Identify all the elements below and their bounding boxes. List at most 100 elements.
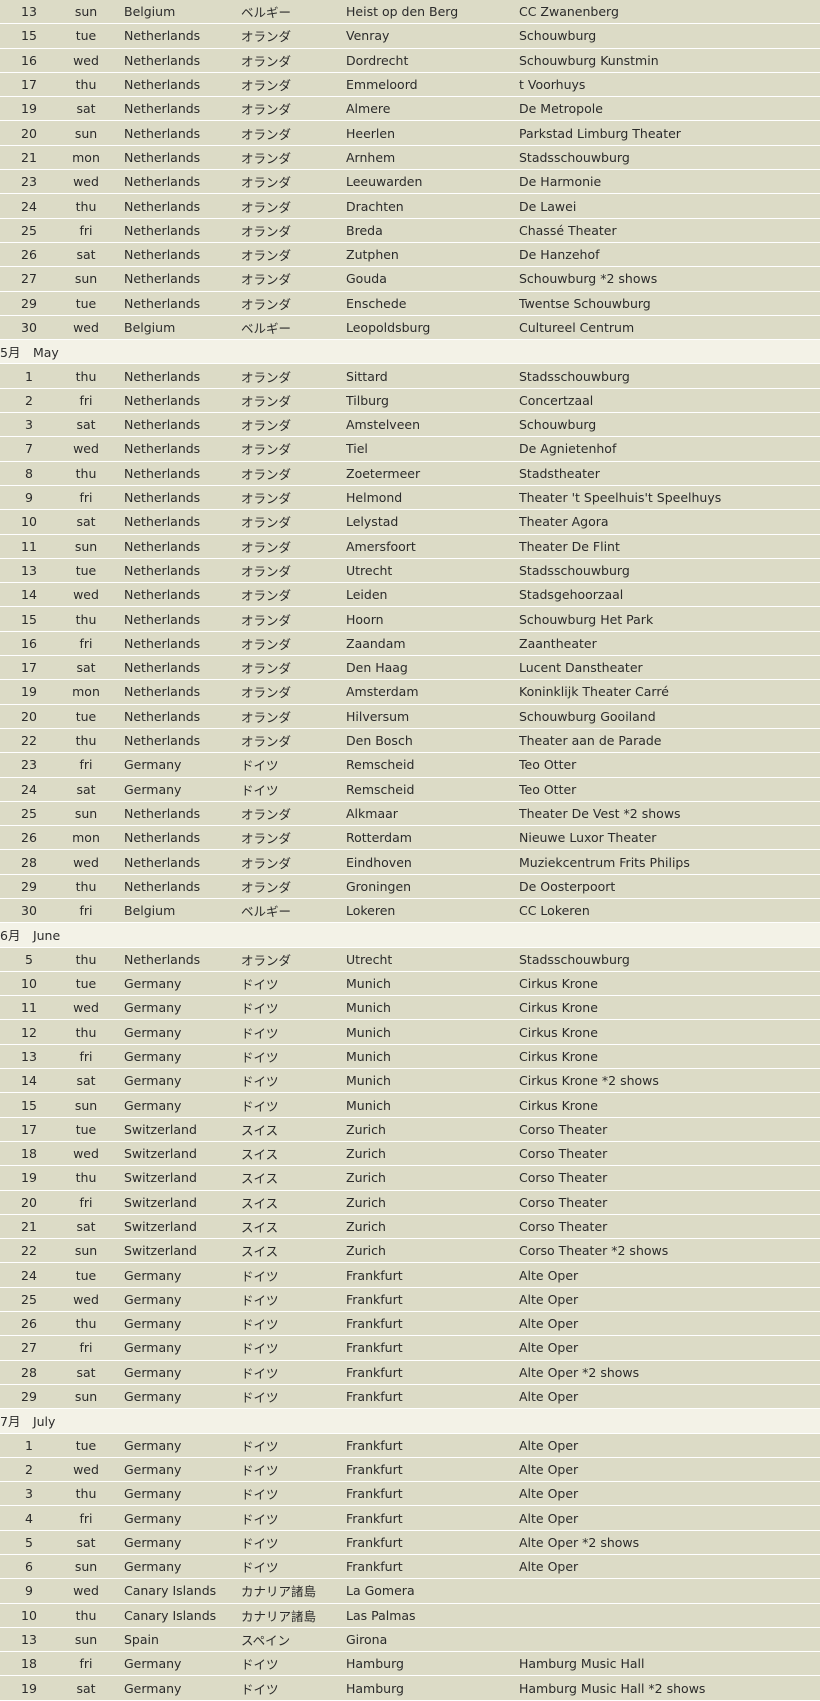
city-cell: Hoorn	[346, 606, 519, 632]
table-row: 17 thu Netherlands オランダ Emmeloord t Voorhuys	[0, 72, 820, 98]
table-row: 24 tue Germany ドイツ Frankfurt Alte Oper	[0, 1262, 820, 1288]
country-jp-cell: ドイツ	[233, 1287, 346, 1313]
city-cell: Las Palmas	[346, 1603, 519, 1628]
weekday-cell: tue	[58, 971, 114, 997]
city-cell: Frankfurt	[346, 1384, 519, 1410]
table-row: 19 thu Switzerland スイス Zurich Corso Theater	[0, 1165, 820, 1191]
weekday-cell: fri	[58, 631, 114, 657]
date-cell: 18	[0, 1141, 58, 1167]
date-cell: 20	[0, 120, 58, 146]
table-row: 19 mon Netherlands オランダ Amsterdam Koninklijk …	[0, 679, 820, 705]
country-cell: Netherlands	[114, 509, 233, 535]
country-jp-cell: ドイツ	[233, 752, 346, 778]
city-cell: Arnhem	[346, 145, 519, 171]
country-cell: Netherlands	[114, 72, 233, 98]
venue-cell: Alte Oper	[519, 1262, 820, 1288]
table-row: 14 sat Germany ドイツ Munich Cirkus Krone *2 sho…	[0, 1068, 820, 1094]
country-cell: Germany	[114, 1044, 233, 1070]
table-row: 10 tue Germany ドイツ Munich Cirkus Krone	[0, 971, 820, 997]
venue-cell: Schouwburg *2 shows	[519, 266, 820, 292]
venue-cell: Alte Oper	[519, 1311, 820, 1337]
date-cell: 23	[0, 169, 58, 195]
country-cell: Canary Islands	[114, 1578, 233, 1604]
table-row: 2 wed Germany ドイツ Frankfurt Alte Oper	[0, 1457, 820, 1483]
table-row: 16 fri Netherlands オランダ Zaandam Zaantheater	[0, 631, 820, 657]
venue-cell: t Voorhuys	[519, 72, 820, 98]
country-cell: Germany	[114, 1287, 233, 1313]
city-cell: Girona	[346, 1627, 519, 1653]
venue-cell: Corso Theater	[519, 1165, 820, 1191]
date-cell: 28	[0, 1360, 58, 1385]
venue-cell: Stadsgehoorzaal	[519, 582, 820, 608]
table-row: 24 thu Netherlands オランダ Drachten De Lawei	[0, 193, 820, 219]
city-cell: Hamburg	[346, 1651, 519, 1677]
city-cell: Emmeloord	[346, 72, 519, 98]
date-cell: 2	[0, 388, 58, 414]
date-cell: 29	[0, 1384, 58, 1410]
country-jp-cell: オランダ	[233, 412, 346, 438]
venue-cell: Corso Theater	[519, 1190, 820, 1215]
country-cell: Netherlands	[114, 558, 233, 584]
city-cell: Alkmaar	[346, 801, 519, 827]
country-cell: Netherlands	[114, 363, 233, 389]
venue-cell: Theater De Vest *2 shows	[519, 801, 820, 827]
venue-cell: Schouwburg Gooiland	[519, 704, 820, 729]
city-cell: Tilburg	[346, 388, 519, 414]
venue-cell: Cirkus Krone	[519, 1092, 820, 1118]
city-cell: Hamburg	[346, 1675, 519, 1701]
table-row: 26 thu Germany ドイツ Frankfurt Alte Oper	[0, 1311, 820, 1337]
weekday-cell: fri	[58, 485, 114, 511]
country-cell: Switzerland	[114, 1117, 233, 1142]
table-row: 19 sat Germany ドイツ Hamburg Hamburg Music Hall…	[0, 1675, 820, 1701]
weekday-cell: fri	[58, 1335, 114, 1361]
date-cell: 10	[0, 1603, 58, 1628]
country-cell: Germany	[114, 1554, 233, 1580]
country-jp-cell: オランダ	[233, 266, 346, 292]
date-cell: 19	[0, 679, 58, 705]
table-row: 13 sun Belgium ベルギー Heist op den Berg CC Zwan…	[0, 0, 820, 25]
venue-cell: Stadsschouwburg	[519, 145, 820, 171]
country-jp-cell: オランダ	[233, 704, 346, 729]
venue-cell: Alte Oper	[519, 1433, 820, 1458]
date-cell: 21	[0, 145, 58, 171]
weekday-cell: wed	[58, 995, 114, 1021]
city-cell: Remscheid	[346, 777, 519, 802]
weekday-cell: sun	[58, 266, 114, 292]
date-cell: 5	[0, 1530, 58, 1556]
weekday-cell: tue	[58, 1433, 114, 1458]
country-cell: Netherlands	[114, 874, 233, 899]
country-jp-cell: オランダ	[233, 874, 346, 899]
date-cell: 26	[0, 242, 58, 268]
country-cell: Netherlands	[114, 655, 233, 681]
date-cell: 16	[0, 48, 58, 73]
table-row: 13 fri Germany ドイツ Munich Cirkus Krone	[0, 1044, 820, 1070]
date-cell: 29	[0, 874, 58, 899]
date-cell: 15	[0, 23, 58, 49]
table-row: 18 fri Germany ドイツ Hamburg Hamburg Music Hall	[0, 1651, 820, 1677]
city-cell: Frankfurt	[346, 1311, 519, 1337]
city-cell: Frankfurt	[346, 1287, 519, 1313]
date-cell: 16	[0, 631, 58, 657]
city-cell: Lokeren	[346, 898, 519, 924]
venue-cell: Theater aan de Parade	[519, 728, 820, 754]
date-cell: 25	[0, 1287, 58, 1313]
weekday-cell: sun	[58, 1092, 114, 1118]
date-cell: 9	[0, 1578, 58, 1604]
table-row: 22 sun Switzerland スイス Zurich Corso Theater *…	[0, 1238, 820, 1264]
weekday-cell: sun	[58, 1554, 114, 1580]
venue-cell: Corso Theater	[519, 1214, 820, 1240]
country-cell: Switzerland	[114, 1141, 233, 1167]
venue-cell	[519, 1627, 820, 1653]
country-jp-cell: オランダ	[233, 218, 346, 243]
country-jp-cell: ドイツ	[233, 1675, 346, 1701]
city-cell: Amsterdam	[346, 679, 519, 705]
table-row: 9 fri Netherlands オランダ Helmond Theater 't Spe…	[0, 485, 820, 511]
city-cell: Drachten	[346, 193, 519, 219]
country-cell: Netherlands	[114, 485, 233, 511]
country-jp-cell: オランダ	[233, 582, 346, 608]
weekday-cell: fri	[58, 898, 114, 924]
table-row: 27 sun Netherlands オランダ Gouda Schouwburg *2 s…	[0, 266, 820, 292]
weekday-cell: sat	[58, 509, 114, 535]
venue-cell: Zaantheater	[519, 631, 820, 657]
city-cell: Amersfoort	[346, 534, 519, 559]
